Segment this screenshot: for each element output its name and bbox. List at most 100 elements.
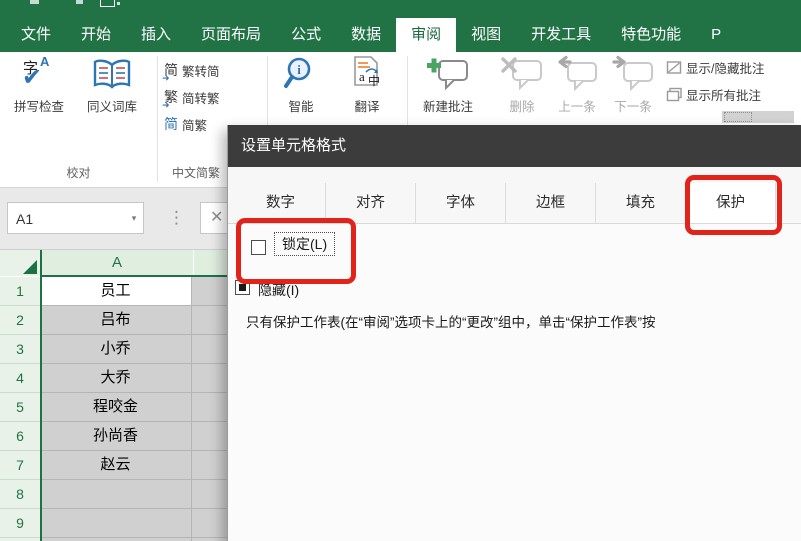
row-header[interactable]: 2 <box>0 306 40 335</box>
title-bar: 文件 开始 插入 页面布局 公式 数据 审阅 视图 开发工具 特色功能 P <box>0 0 801 52</box>
cell-a7[interactable]: 赵云 <box>40 451 192 480</box>
ribbon-tab-bar: 文件 开始 插入 页面布局 公式 数据 审阅 视图 开发工具 特色功能 P <box>6 18 736 52</box>
delete-comment-button[interactable]: 删除 <box>494 55 550 115</box>
previous-comment-button[interactable]: 上一条 <box>550 55 604 115</box>
cell-b3[interactable] <box>192 335 227 364</box>
cell-a5[interactable]: 程咬金 <box>40 393 192 422</box>
new-comment-icon <box>425 55 471 93</box>
cell-b7[interactable] <box>192 451 227 480</box>
row-header[interactable]: 4 <box>0 364 40 393</box>
spell-check-button[interactable]: 字 A ✔ 拼写检查 <box>8 54 70 115</box>
tab-clipped[interactable]: P <box>696 18 736 52</box>
tab-formulas[interactable]: 公式 <box>276 18 336 52</box>
delete-comment-icon <box>499 55 545 93</box>
cell-a3[interactable]: 小乔 <box>40 335 192 364</box>
cell-a2[interactable]: 吕布 <box>40 306 192 335</box>
annotation-box-locked-checkbox <box>236 218 356 284</box>
hidden-checkbox-mixed-mark <box>239 284 246 291</box>
tab-file[interactable]: 文件 <box>6 18 66 52</box>
name-box-caret-icon[interactable]: ▾ <box>126 202 142 234</box>
header-underline <box>40 275 227 277</box>
cell-a8[interactable] <box>40 480 192 509</box>
cell-a1[interactable]: 员工 <box>40 277 192 306</box>
tab-home[interactable]: 开始 <box>66 18 126 52</box>
cell-b4[interactable] <box>192 364 227 393</box>
table-row: 5 程咬金 <box>0 393 227 422</box>
delete-comment-label: 删除 <box>509 100 535 114</box>
tab-data[interactable]: 数据 <box>336 18 396 52</box>
cell-a4[interactable]: 大乔 <box>40 364 192 393</box>
next-comment-label: 下一条 <box>614 100 652 114</box>
tab-insert[interactable]: 插入 <box>126 18 186 52</box>
tab-page-layout[interactable]: 页面布局 <box>186 18 276 52</box>
table-row: 4 大乔 <box>0 364 227 393</box>
dialog-tab-fill[interactable]: 填充 <box>596 183 686 223</box>
dialog-tab-font[interactable]: 字体 <box>416 183 506 223</box>
quick-access-fragment <box>76 0 83 4</box>
thesaurus-label: 同义词库 <box>86 100 137 114</box>
row-header[interactable]: 7 <box>0 451 40 480</box>
row-header[interactable]: 8 <box>0 480 40 509</box>
quick-access-fragment <box>30 0 39 4</box>
cell-b6[interactable] <box>192 422 227 451</box>
tab-special-features[interactable]: 特色功能 <box>606 18 696 52</box>
next-comment-button[interactable]: 下一条 <box>606 55 660 115</box>
thesaurus-button[interactable]: 同义词库 <box>74 57 150 115</box>
annotation-box-protection-tab <box>685 175 782 235</box>
row-header[interactable]: 6 <box>0 422 40 451</box>
group-label-chinese: 中文简繁 <box>171 166 220 180</box>
previous-comment-icon <box>554 55 600 93</box>
translate-label: 翻译 <box>354 100 380 114</box>
covered-button-fragment <box>722 111 794 123</box>
row-header[interactable]: 3 <box>0 335 40 364</box>
svg-text:a: a <box>359 69 365 84</box>
rowheader-separator <box>40 250 42 541</box>
simp-to-trad-button[interactable]: 繁 ➜ 简转繁 <box>162 87 220 110</box>
smart-lookup-button[interactable]: i 智能 <box>278 55 324 115</box>
group-separator <box>157 56 158 182</box>
convert-button[interactable]: 简 简繁 <box>164 114 207 134</box>
dialog-tab-border[interactable]: 边框 <box>506 183 596 223</box>
show-hide-comment-icon <box>666 60 682 75</box>
workbook-icon-fragment <box>100 0 115 7</box>
table-row: 8 <box>0 480 227 509</box>
show-hide-comment-button[interactable]: 显示/隐藏批注 <box>666 58 764 77</box>
show-all-comments-icon <box>666 87 682 102</box>
table-row: 6 孙尚香 <box>0 422 227 451</box>
show-all-comments-button[interactable]: 显示所有批注 <box>666 85 761 104</box>
column-header-a[interactable]: A <box>41 250 193 276</box>
row-header[interactable]: 9 <box>0 509 40 538</box>
svg-text:i: i <box>297 62 301 77</box>
cell-b9[interactable] <box>192 509 227 538</box>
cell-b5[interactable] <box>192 393 227 422</box>
name-box[interactable]: A1 <box>7 202 144 234</box>
previous-comment-label: 上一条 <box>558 100 596 114</box>
tab-developer[interactable]: 开发工具 <box>516 18 606 52</box>
cell-b8[interactable] <box>192 480 227 509</box>
dialog-title[interactable]: 设置单元格格式 <box>228 125 801 167</box>
translate-icon: a 中 <box>350 55 384 93</box>
book-icon <box>91 57 133 93</box>
select-all-triangle-icon <box>23 260 37 274</box>
translate-button[interactable]: a 中 翻译 <box>342 55 392 115</box>
row-header[interactable]: 1 <box>0 277 40 306</box>
traditional-char-icon: 繁 ➜ <box>162 89 178 110</box>
tab-view[interactable]: 视图 <box>456 18 516 52</box>
trad-to-simp-button[interactable]: 简 ➜ 繁转简 <box>162 60 220 83</box>
cell-a6[interactable]: 孙尚香 <box>40 422 192 451</box>
table-row: 1 员工 <box>0 277 227 306</box>
tab-review[interactable]: 审阅 <box>396 18 457 52</box>
excel-window: 文件 开始 插入 页面布局 公式 数据 审阅 视图 开发工具 特色功能 P 字 … <box>0 0 801 541</box>
cell-a9[interactable] <box>40 509 192 538</box>
dialog-tab-number[interactable]: 数字 <box>236 183 326 223</box>
dialog-tab-alignment[interactable]: 对齐 <box>326 183 416 223</box>
column-header-b[interactable] <box>194 250 227 276</box>
new-comment-button[interactable]: 新建批注 <box>412 55 484 115</box>
table-row: 2 吕布 <box>0 306 227 335</box>
cell-b2[interactable] <box>192 306 227 335</box>
sheet-rows: 1 员工 2 吕布 3 小乔 4 大乔 5 程咬金 6 孙尚香 7 赵云 8 9 <box>0 277 227 541</box>
row-header[interactable]: 5 <box>0 393 40 422</box>
cell-b1[interactable] <box>192 277 227 306</box>
formula-bar-grip-icon[interactable]: ⋮ <box>168 204 185 232</box>
select-all-corner[interactable] <box>0 250 40 276</box>
